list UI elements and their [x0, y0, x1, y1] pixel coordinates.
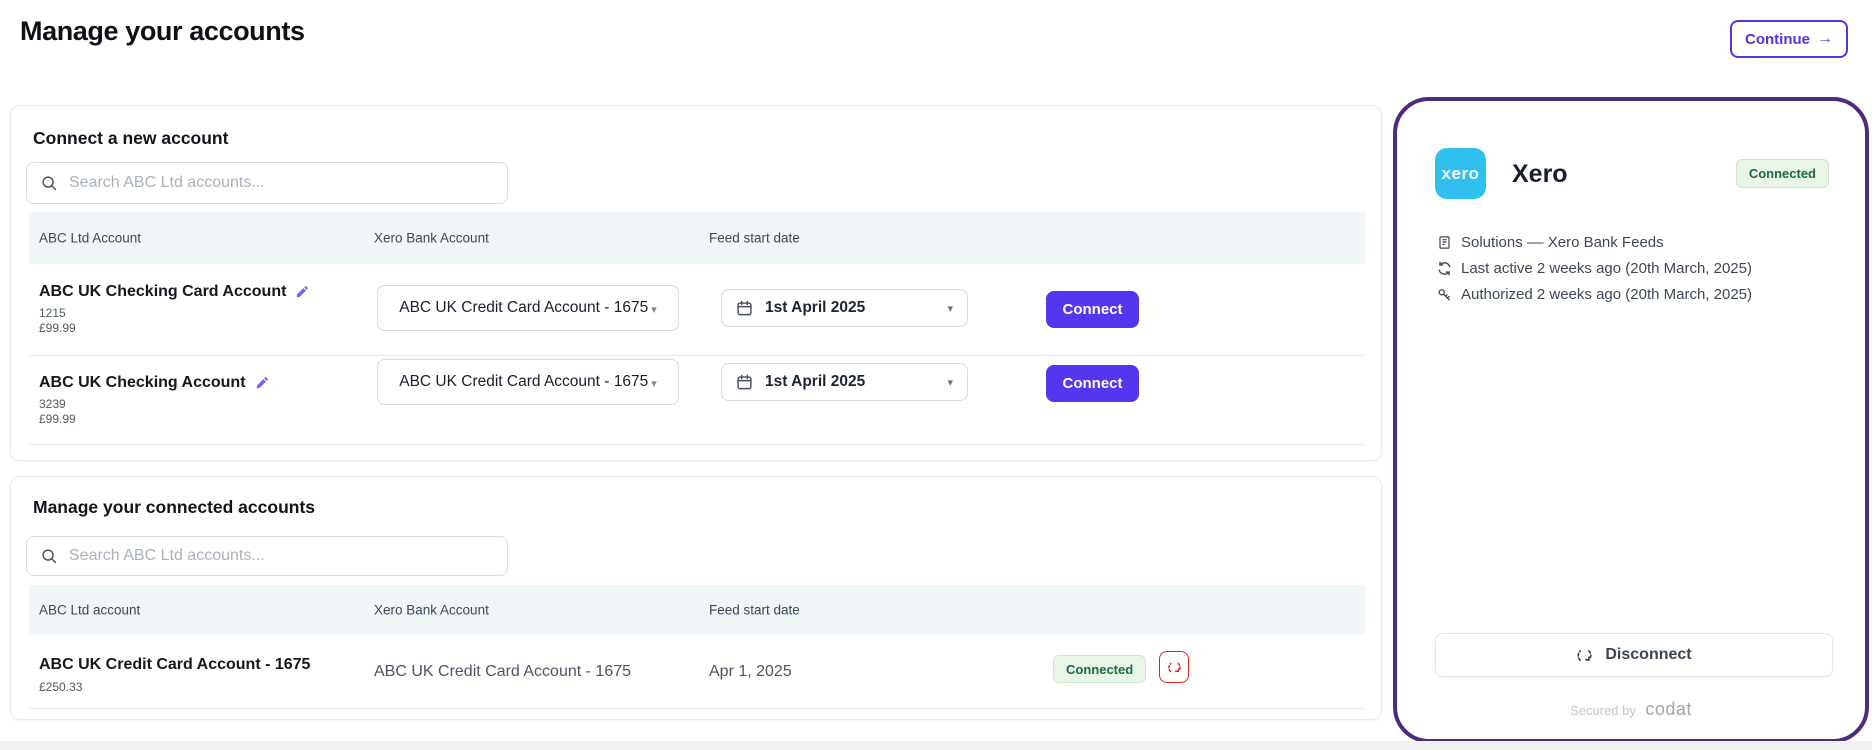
calendar-icon: [736, 374, 753, 391]
search-icon: [40, 174, 58, 192]
feed-start-date-picker[interactable]: 1st April 2025 ▾: [721, 363, 968, 401]
arrow-right-icon: →: [1817, 31, 1833, 47]
account-name: ABC UK Checking Card Account: [39, 283, 309, 301]
disconnect-feed-button[interactable]: [1159, 651, 1189, 683]
connect-search-input[interactable]: [69, 174, 494, 192]
connected-search-box[interactable]: [26, 536, 508, 576]
account-number: 3239: [39, 397, 66, 411]
chevron-down-icon: ▾: [947, 376, 953, 389]
xero-integration-panel: xero Xero Connected Solutions –– Xero Ba…: [1393, 97, 1869, 743]
integration-details: Solutions –– Xero Bank Feeds Last active…: [1437, 234, 1752, 312]
account-number: 1215: [39, 306, 66, 320]
feed-start-date-picker[interactable]: 1st April 2025 ▾: [721, 289, 968, 327]
edit-pencil-icon[interactable]: [255, 376, 269, 390]
column-header-abc-account: ABC Ltd account: [39, 603, 140, 618]
page-bottom-strip: [0, 741, 1872, 750]
selected-bank-account: ABC UK Credit Card Account - 1675: [399, 299, 648, 317]
xero-logo: xero: [1435, 148, 1486, 199]
integration-name: Xero: [1512, 160, 1568, 189]
account-name-label: ABC UK Checking Account: [39, 374, 246, 392]
xero-bank-account-select[interactable]: ABC UK Credit Card Account - 1675 ▾: [377, 359, 679, 405]
solutions-detail: Solutions –– Xero Bank Feeds: [1437, 234, 1752, 251]
chevron-down-icon: ▾: [947, 302, 953, 315]
detail-text: Last active 2 weeks ago (20th March, 202…: [1461, 260, 1752, 277]
last-active-detail: Last active 2 weeks ago (20th March, 202…: [1437, 260, 1752, 277]
connected-search-input[interactable]: [69, 547, 494, 565]
status-badge: Connected: [1736, 159, 1829, 188]
codat-logo: codat: [1645, 699, 1692, 719]
continue-button[interactable]: Continue →: [1730, 20, 1848, 58]
account-balance: £99.99: [39, 412, 76, 426]
broken-sync-icon: [1576, 647, 1593, 664]
broken-sync-icon: [1167, 660, 1182, 675]
account-balance: £99.99: [39, 321, 76, 335]
secured-by-text: Secured by: [1570, 703, 1636, 718]
page-title: Manage your accounts: [20, 16, 305, 47]
connect-button[interactable]: Connect: [1046, 365, 1139, 402]
connected-account-balance: £250.33: [39, 680, 82, 694]
connected-accounts-card: Manage your connected accounts ABC Ltd a…: [10, 476, 1382, 720]
account-name-label: ABC UK Checking Card Account: [39, 283, 286, 301]
disconnect-label: Disconnect: [1605, 646, 1691, 664]
column-header-xero-account: Xero Bank Account: [374, 231, 489, 246]
connect-table-header: ABC Ltd Account Xero Bank Account Feed s…: [29, 212, 1365, 264]
disconnect-button[interactable]: Disconnect: [1435, 633, 1833, 677]
row-divider: [29, 444, 1365, 445]
connected-card-title: Manage your connected accounts: [33, 497, 315, 518]
column-header-feed-start: Feed start date: [709, 603, 800, 618]
row-divider: [29, 708, 1365, 709]
bank-icon: [1437, 235, 1452, 250]
connected-table-header: ABC Ltd account Xero Bank Account Feed s…: [29, 585, 1365, 635]
search-icon: [40, 547, 58, 565]
row-divider: [29, 355, 1365, 356]
continue-label: Continue: [1745, 31, 1810, 48]
selected-date: 1st April 2025: [765, 299, 865, 317]
calendar-icon: [736, 300, 753, 317]
chevron-down-icon: ▾: [651, 303, 657, 316]
detail-text: Solutions –– Xero Bank Feeds: [1461, 234, 1664, 251]
connected-feed-start-date: Apr 1, 2025: [709, 663, 792, 681]
chevron-down-icon: ▾: [651, 377, 657, 390]
connect-card-title: Connect a new account: [33, 128, 228, 149]
authorized-detail: Authorized 2 weeks ago (20th March, 2025…: [1437, 286, 1752, 303]
column-header-feed-start: Feed start date: [709, 231, 800, 246]
column-header-abc-account: ABC Ltd Account: [39, 231, 141, 246]
sync-icon: [1437, 261, 1452, 276]
column-header-xero-account: Xero Bank Account: [374, 603, 489, 618]
xero-logo-text: xero: [1442, 164, 1480, 184]
detail-text: Authorized 2 weeks ago (20th March, 2025…: [1461, 286, 1752, 303]
selected-date: 1st April 2025: [765, 373, 865, 391]
selected-bank-account: ABC UK Credit Card Account - 1675: [399, 373, 648, 391]
manage-accounts-page: Manage your accounts Continue → Connect …: [0, 0, 1872, 750]
status-badge: Connected: [1053, 655, 1146, 683]
connected-account-name: ABC UK Credit Card Account - 1675: [39, 656, 310, 674]
secured-by-codat: Secured by codat: [1397, 699, 1865, 720]
connected-bank-account: ABC UK Credit Card Account - 1675: [374, 663, 631, 681]
key-icon: [1437, 287, 1452, 302]
connect-new-account-card: Connect a new account ABC Ltd Account Xe…: [10, 105, 1382, 461]
edit-pencil-icon[interactable]: [295, 285, 309, 299]
connect-button[interactable]: Connect: [1046, 291, 1139, 328]
connect-search-box[interactable]: [26, 162, 508, 204]
account-name: ABC UK Checking Account: [39, 374, 269, 392]
xero-bank-account-select[interactable]: ABC UK Credit Card Account - 1675 ▾: [377, 285, 679, 331]
